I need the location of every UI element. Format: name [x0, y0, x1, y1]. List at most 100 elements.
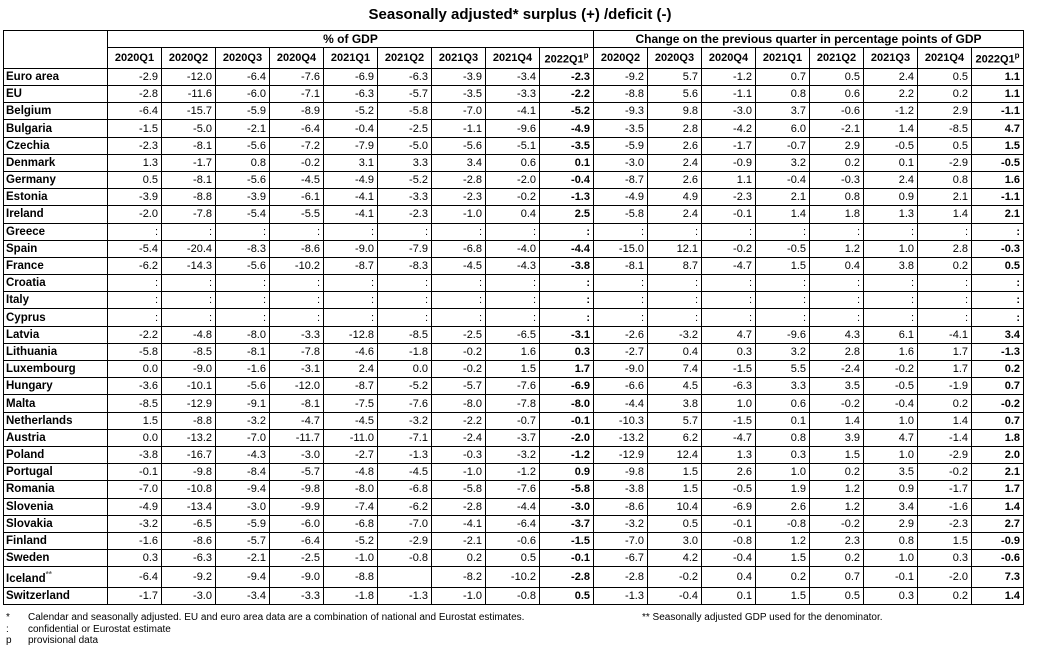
pct-cell: -1.2 — [485, 463, 540, 482]
change-cell: 1.5 — [971, 136, 1024, 155]
change-cell: -4.1 — [917, 325, 972, 344]
pct-cell: -9.0 — [269, 566, 324, 589]
change-cell: : — [755, 308, 810, 327]
change-cell: -4.9 — [593, 188, 648, 207]
change-cell: : — [701, 308, 756, 327]
column-header-row: 2020Q1 2020Q2 2020Q3 2020Q4 2021Q1 2021Q2 2021… — [4, 47, 1024, 69]
table-row: Switzerland -1.7 -3.0 -3.4 -3.3 -1.8 -1.3 -1.0-… — [3, 587, 1024, 606]
pct-cell: -3.2 — [107, 514, 162, 533]
pct-cell: -8.2 — [431, 566, 486, 589]
change-cell: -0.7 — [755, 136, 810, 155]
pct-cell: -4.0 — [485, 239, 540, 258]
change-cell: -2.4 — [809, 360, 864, 379]
table-row: Portugal -0.1 -9.8 -8.4 -5.7 -4.8 -4.5 -1.0 -1.2… — [3, 463, 1024, 482]
pct-cell: -12.9 — [161, 394, 216, 413]
country-cell: Slovenia — [3, 497, 108, 516]
change-cell: 1.5 — [809, 445, 864, 465]
pct-cell: -1.7 — [107, 587, 162, 606]
change-cell: 1.6 — [971, 170, 1024, 190]
pct-cell: : — [377, 308, 432, 327]
change-cell: 3.9 — [809, 428, 864, 447]
change-cell: 0.2 — [971, 360, 1024, 379]
pct-cell: -8.1 — [269, 394, 324, 413]
pct-cell: -4.9 — [107, 497, 162, 516]
pct-cell: -1.3 — [377, 587, 432, 606]
pct-cell: -9.4 — [215, 480, 270, 499]
pct-cell: -3.9 — [215, 188, 270, 207]
pct-cell: : — [269, 222, 324, 241]
pct-cell: -1.3 — [539, 188, 594, 207]
change-cell: : — [917, 308, 972, 327]
pct-cell: -9.0 — [323, 239, 378, 258]
change-cell: -1.2 — [701, 67, 756, 87]
pct-cell: -8.8 — [161, 411, 216, 430]
country-cell: Iceland** — [3, 566, 108, 589]
table-row: Belgium -6.4 -15.7 -5.9 -8.9 -5.2 -5.8 -7.0 -4.1… — [3, 102, 1024, 121]
pct-cell: -2.2 — [431, 411, 486, 430]
change-cell: 6.1 — [863, 325, 918, 344]
pct-cell: -2.1 — [431, 531, 486, 551]
change-cell: 2.2 — [863, 85, 918, 104]
pct-cell: -8.0 — [215, 325, 270, 344]
pct-cell: -4.3 — [485, 256, 540, 276]
change-cell: 0.3 — [755, 445, 810, 465]
pct-cell: -3.0 — [539, 497, 594, 516]
deficit-table: % of GDP Change on the previous quarter … — [3, 29, 1024, 606]
change-cell: : — [593, 291, 648, 310]
change-cell: 1.0 — [863, 239, 918, 258]
change-cell: 1.4 — [755, 205, 810, 224]
pct-cell: -4.1 — [485, 102, 540, 121]
pct-cell: -3.2 — [377, 411, 432, 430]
pct-cell: -2.5 — [269, 549, 324, 568]
change-cell: : — [701, 274, 756, 293]
change-cell: 4.3 — [809, 325, 864, 344]
country-cell: Switzerland — [3, 587, 108, 606]
pct-cell: 0.5 — [539, 587, 594, 606]
country-cell: Sweden — [3, 549, 108, 568]
change-cell: 2.1 — [917, 188, 972, 207]
change-cell: : — [701, 291, 756, 310]
change-cell: -0.9 — [701, 153, 756, 172]
pct-cell: -7.1 — [269, 85, 324, 104]
pct-cell: -3.0 — [269, 445, 324, 465]
pct-cell: 0.6 — [485, 153, 540, 172]
pct-cell: -5.2 — [377, 377, 432, 396]
change-cell: -0.2 — [809, 394, 864, 413]
change-cell: 3.5 — [863, 463, 918, 482]
change-cell: -9.6 — [755, 325, 810, 344]
change-cell: -8.6 — [593, 497, 648, 516]
pct-cell: -7.8 — [269, 342, 324, 362]
country-cell: Cyprus — [3, 308, 108, 327]
change-cell: 0.9 — [863, 480, 918, 499]
pct-cell: -0.2 — [269, 153, 324, 172]
footnote-line: p provisional data — [6, 635, 99, 646]
pct-cell: -5.8 — [377, 102, 432, 121]
change-cell: 0.3 — [863, 587, 918, 606]
pct-cell: -1.5 — [107, 119, 162, 138]
change-cell: -0.1 — [701, 514, 756, 533]
pct-cell: -5.6 — [215, 136, 270, 155]
change-cell: -0.8 — [701, 531, 756, 551]
country-cell: Finland — [3, 531, 108, 551]
pct-cell: -5.7 — [269, 463, 324, 482]
country-cell: Hungary — [3, 377, 108, 396]
change-cell: -3.5 — [593, 119, 648, 138]
country-cell: Malta — [3, 394, 108, 413]
pct-cell: 0.0 — [107, 360, 162, 379]
pct-cell: -12.0 — [269, 377, 324, 396]
pct-cell: -8.0 — [431, 394, 486, 413]
table-row: Bulgaria -1.5 -5.0 -2.1 -6.4 -0.4 -2.5 -1.1 -9.6… — [3, 119, 1024, 138]
pct-cell: -6.9 — [323, 67, 378, 87]
pct-cell: -8.5 — [107, 394, 162, 413]
pct-cell: -2.1 — [215, 549, 270, 568]
change-cell: 1.3 — [701, 445, 756, 465]
pct-cell: -6.0 — [269, 514, 324, 533]
column-header-change: 2022Q1p — [971, 47, 1024, 69]
pct-cell: -4.9 — [323, 170, 378, 190]
pct-cell: -2.9 — [107, 67, 162, 87]
pct-cell: 0.4 — [485, 205, 540, 224]
pct-cell: -15.7 — [161, 102, 216, 121]
pct-cell: -5.6 — [215, 170, 270, 190]
pct-cell: -10.1 — [161, 377, 216, 396]
pct-cell: : — [269, 308, 324, 327]
